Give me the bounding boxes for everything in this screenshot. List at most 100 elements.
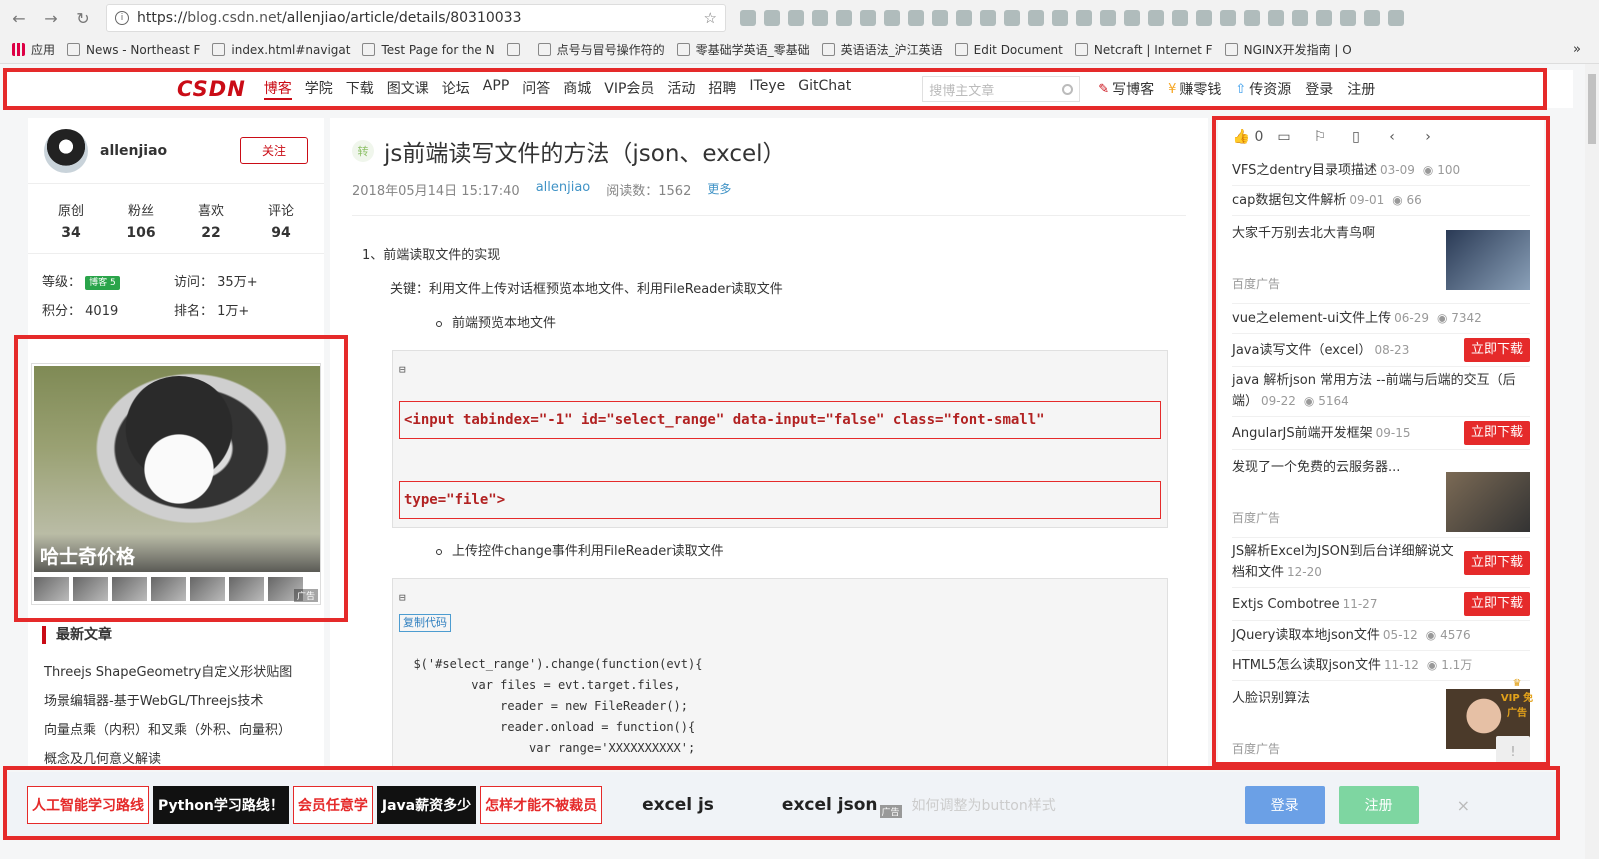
more-link[interactable]: 更多 [707,180,731,199]
extension-icon[interactable] [1100,10,1116,26]
download-button[interactable]: 立即下载 [1463,421,1530,445]
scrollbar-thumb[interactable] [1588,74,1596,144]
register-button[interactable]: 注册 [1338,786,1419,824]
download-title[interactable]: AngularJS前端开发框架 09-15 [1232,423,1464,444]
bookmark-item[interactable]: index.html#navigat [212,43,350,57]
extension-icon[interactable] [1364,10,1380,26]
extension-icon[interactable] [1124,10,1140,26]
extension-icon[interactable] [1148,10,1164,26]
download-title[interactable]: Java读写文件（excel） 08-23 [1232,340,1464,361]
download-title[interactable]: JS解析Excel为JSON到后台详细解说文档和文件 12-20 [1232,542,1464,583]
ad-title[interactable]: 大家千万别去北大青鸟啊 [1232,224,1446,274]
ad-thumbnail[interactable] [1446,230,1530,290]
extension-icon[interactable] [956,10,972,26]
download-item[interactable]: AngularJS前端开发框架 09-15 立即下载 [1232,417,1530,450]
address-bar[interactable]: i https://blog.csdn.net/allenjiao/articl… [106,4,726,32]
recommend-item[interactable]: vue之element-ui文件上传 06-29 ◉ 7342 [1232,304,1530,334]
recommend-title[interactable]: VFS之dentry目录项描述 03-09 ◉ 100 [1232,160,1530,181]
extension-icon[interactable] [836,10,852,26]
ad-thumbnail[interactable] [73,577,108,601]
extension-icon[interactable] [740,10,756,26]
recommend-title[interactable]: HTML5怎么读取json文件 11-12 ◉ 1.1万 [1232,655,1530,676]
extension-icon[interactable] [812,10,828,26]
stat-item[interactable]: 原创 34 [36,200,106,241]
reload-icon[interactable]: ↻ [70,5,96,31]
forward-icon[interactable]: → [38,5,64,31]
nav-item[interactable]: VIP会员 [604,78,654,100]
upload-link[interactable]: ⇧ 传资源 [1235,79,1291,99]
header-register-link[interactable]: 注册 [1347,79,1375,99]
download-button[interactable]: 立即下载 [1463,550,1530,575]
ad-thumbnail[interactable] [151,577,186,601]
extension-icon[interactable] [1388,10,1404,26]
ad-item[interactable]: 人脸识别算法 百度广告 [1232,681,1530,768]
extension-icon[interactable] [764,10,780,26]
ad-item[interactable]: 发现了一个免费的云服务器... 百度广告 [1232,450,1530,538]
like-button[interactable]: 👍 0 [1230,129,1266,145]
keyword-excel-js[interactable]: excel js [642,795,714,815]
latest-article-link[interactable]: 概念及几何意义解读 [44,745,308,768]
recommend-item[interactable]: HTML5怎么读取json文件 11-12 ◉ 1.1万 [1232,651,1530,681]
recommend-item[interactable]: java 解析json 常用方法 --前端与后端的交互（后端） 09-22 ◉ 51… [1232,367,1530,417]
extension-icon[interactable] [1052,10,1068,26]
stat-item[interactable]: 喜欢 22 [176,200,246,241]
ad-title[interactable]: 人脸识别算法 [1232,689,1446,739]
recommend-item[interactable]: JQuery读取本地json文件 05-12 ◉ 4576 [1232,621,1530,651]
extension-icon[interactable] [1292,10,1308,26]
back-icon[interactable]: ← [6,5,32,31]
bookmark-item[interactable] [506,43,526,56]
bookmark-item[interactable]: News - Northeast F [67,43,200,57]
stat-item[interactable]: 粉丝 106 [106,200,176,241]
search-icon[interactable] [1062,83,1074,95]
comment-icon[interactable]: ▭ [1266,129,1302,145]
nav-item[interactable]: 博客 [263,78,292,100]
follow-button[interactable]: 关注 [240,137,308,164]
left-ad-title[interactable]: 哈士奇价格 [34,534,320,572]
latest-article-link[interactable]: 向量点乘（内积）和叉乘（外积、向量积） [44,716,308,745]
login-button[interactable]: 登录 [1244,786,1325,824]
promo-tag[interactable]: 会员任意学 [292,786,373,824]
promo-tag[interactable]: 怎样才能不被裁员 [480,786,603,824]
ad-item[interactable]: 大家千万别去北大青鸟啊 百度广告 [1232,216,1530,304]
extension-icon[interactable] [1004,10,1020,26]
username[interactable]: allenjiao [100,143,167,159]
extension-icon[interactable] [1244,10,1260,26]
nav-item[interactable]: GitChat [798,78,851,100]
recommend-item[interactable]: VFS之dentry目录项描述 03-09 ◉ 100 [1232,156,1530,186]
extension-icon[interactable] [884,10,900,26]
bookmark-icon[interactable]: ⚐ [1302,129,1338,145]
extension-icon[interactable] [1028,10,1044,26]
recommend-title[interactable]: vue之element-ui文件上传 06-29 ◉ 7342 [1232,308,1530,329]
ad-thumbnail[interactable] [190,577,225,601]
ad-thumbnail[interactable] [1446,472,1530,532]
extension-icon[interactable] [1076,10,1092,26]
bookmark-item[interactable]: NGINX开发指南 | O [1224,41,1352,58]
download-title[interactable]: Extjs Combotree 11-27 [1232,594,1464,615]
ad-title[interactable]: 发现了一个免费的云服务器... [1232,458,1418,508]
extension-icon[interactable] [1316,10,1332,26]
extension-icon[interactable] [788,10,804,26]
copy-code-button[interactable]: 复制代码 [399,614,451,632]
scrollbar[interactable] [1585,64,1599,859]
nav-item[interactable]: 图文课 [387,78,429,100]
extension-icon[interactable] [1196,10,1212,26]
extension-icon[interactable] [932,10,948,26]
extension-icon[interactable] [1172,10,1188,26]
write-blog-link[interactable]: ✎ 写博客 [1098,79,1154,99]
latest-article-link[interactable]: 场景编辑器-基于WebGL/Threejs技术 [44,687,308,716]
extension-icon[interactable] [1268,10,1284,26]
vip-no-ads-badge[interactable]: ♛ VIP 免广告 [1498,678,1536,724]
bookmark-star-icon[interactable]: ☆ [704,9,717,27]
bookmark-item[interactable]: Netcraft | Internet F [1074,43,1213,57]
nav-item[interactable]: 论坛 [442,78,470,100]
extension-icon[interactable] [1340,10,1356,26]
nav-item[interactable]: 活动 [667,78,695,100]
extension-icon[interactable] [1220,10,1236,26]
prev-icon[interactable]: ‹ [1374,129,1410,145]
extension-icon[interactable] [860,10,876,26]
close-icon[interactable]: × [1457,796,1470,815]
extension-icon[interactable] [980,10,996,26]
keyword-excel-json[interactable]: excel json [782,795,878,815]
earn-link[interactable]: ¥ 赚零钱 [1168,79,1221,99]
recommend-item[interactable]: cap数据包文件解析 09-01 ◉ 66 [1232,186,1530,216]
